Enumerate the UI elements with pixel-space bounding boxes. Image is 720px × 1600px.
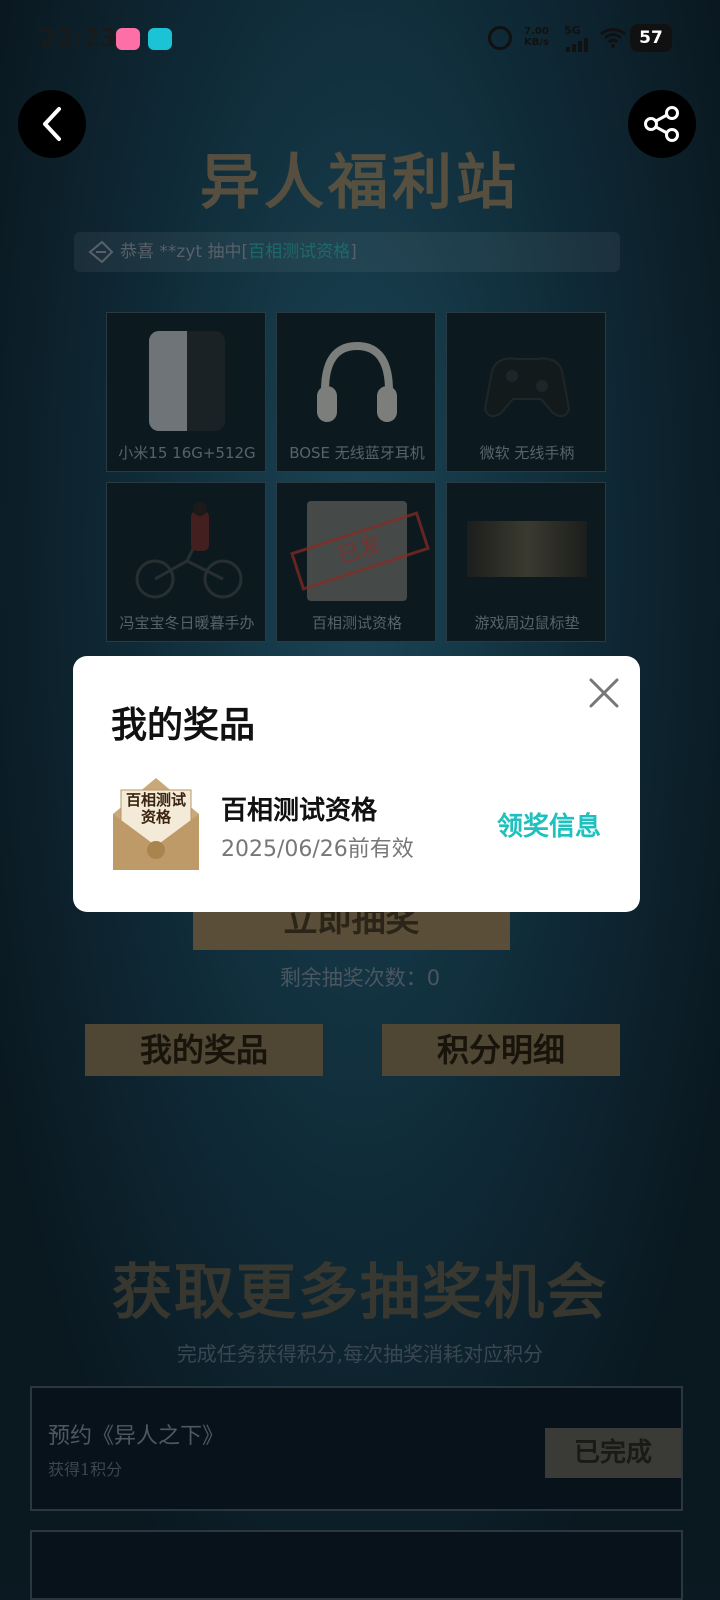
prize-validity: 2025/06/26前有效 <box>221 837 414 862</box>
dialog-title: 我的奖品 <box>111 705 256 746</box>
claim-info-link[interactable]: 领奖信息 <box>497 806 601 843</box>
my-prizes-dialog: 我的奖品 百相测试 资格 百相测试资格 2025/06/26前有效 领奖信息 <box>73 656 640 912</box>
prize-name: 百相测试资格 <box>221 796 378 826</box>
close-icon[interactable] <box>587 676 621 710</box>
thumbnail-text: 百相测试 资格 <box>125 791 186 826</box>
